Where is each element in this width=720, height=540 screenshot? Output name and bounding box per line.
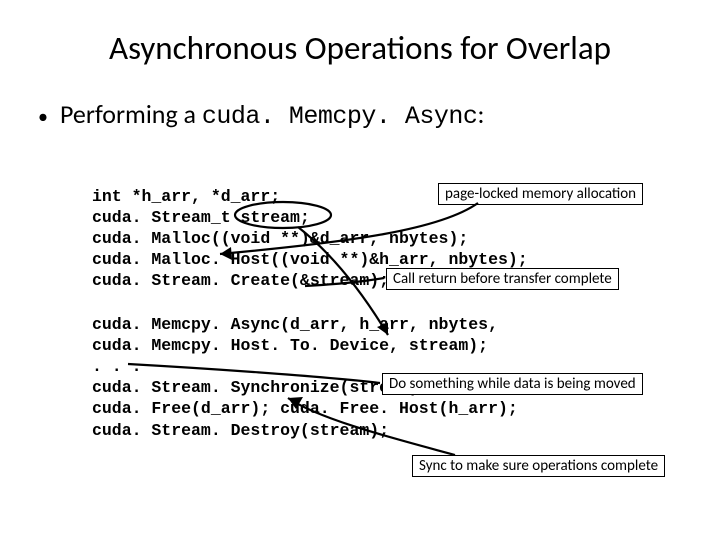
callout-call-return: Call return before transfer complete xyxy=(386,268,619,290)
callout-do-something: Do something while data is being moved xyxy=(382,373,643,395)
callout-page-locked: page-locked memory allocation xyxy=(438,183,643,205)
bullet-text: Performing a cuda. Memcpy. Async: xyxy=(60,98,484,131)
bullet-suffix: : xyxy=(477,98,484,130)
slide-title: Asynchronous Operations for Overlap xyxy=(0,0,720,68)
callout-sync: Sync to make sure operations complete xyxy=(412,455,665,477)
bullet-code: cuda. Memcpy. Async xyxy=(202,102,478,131)
bullet-marker: • xyxy=(38,105,48,129)
bullet-prefix: Performing a xyxy=(60,98,202,130)
bullet-item: • Performing a cuda. Memcpy. Async: xyxy=(0,68,720,131)
